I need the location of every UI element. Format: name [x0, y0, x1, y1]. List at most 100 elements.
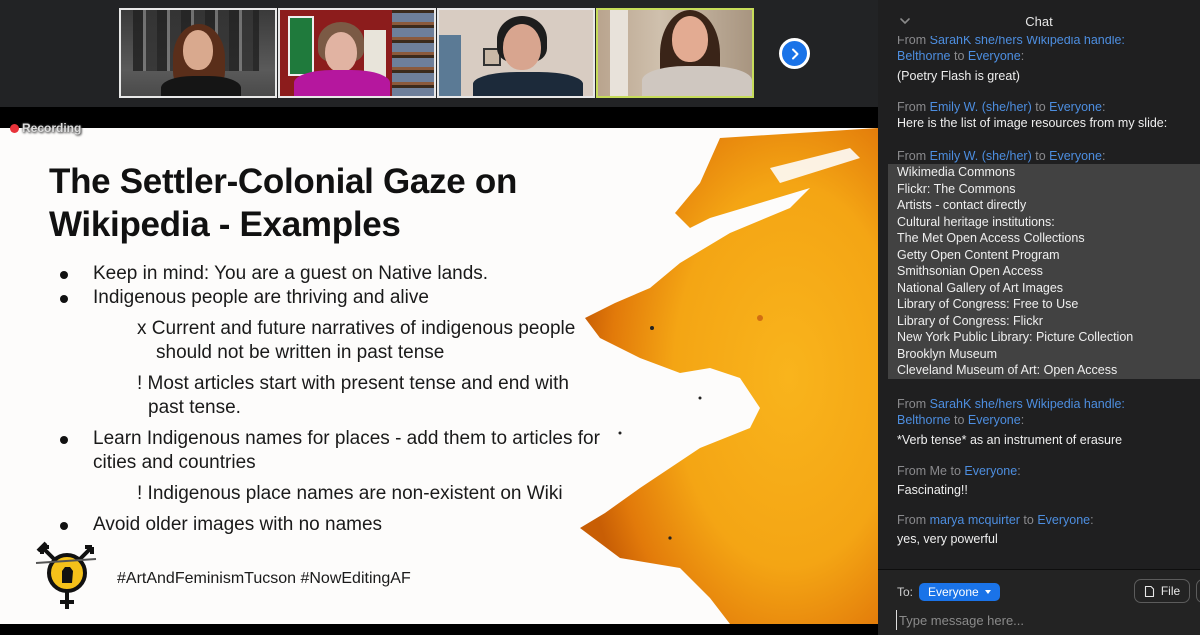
more-options-button[interactable]	[1196, 579, 1200, 603]
slide-subpoint: ! Most articles start with present tense…	[137, 372, 569, 420]
recipient-name[interactable]: Everyone	[1049, 149, 1102, 163]
video-gallery-strip	[0, 0, 878, 107]
to-label: to	[1031, 100, 1050, 114]
message-line: Brooklyn Museum	[897, 346, 998, 361]
selected-text-block[interactable]: Wikimedia Commons Flickr: The Commons Ar…	[888, 164, 1200, 379]
from-label: From	[897, 100, 930, 114]
colon: :	[1020, 49, 1025, 63]
video-tile-participant-1[interactable]	[119, 8, 277, 98]
subpoint-text-continued: past tense.	[148, 397, 241, 418]
to-label: to	[950, 413, 968, 427]
chevron-right-icon	[791, 48, 798, 59]
slide-title-line-1: The Settler-Colonial Gaze on	[49, 162, 518, 201]
slide-bullet: Indigenous people are thriving and alive	[60, 286, 429, 310]
bullet-dot-icon	[60, 522, 68, 530]
from-label: From	[897, 513, 930, 527]
recording-indicator: Recording	[10, 121, 81, 135]
to-label: to	[1031, 149, 1050, 163]
message-line: Library of Congress: Free to Use	[897, 297, 1079, 311]
slide-bullet: Keep in mind: You are a guest on Native …	[60, 262, 489, 286]
recipient-name[interactable]: Everyone	[968, 413, 1021, 427]
message-text: *Verb tense* as an instrument of erasure	[897, 433, 1123, 447]
bullet-text: Keep in mind: You are a guest on Native …	[93, 263, 489, 284]
meeting-area: Recording The Settler-Colonial Gaze on W	[0, 0, 878, 635]
message-line: Flickr: The Commons	[897, 181, 1016, 196]
message-line: Getty Open Content Program	[897, 247, 1060, 262]
chat-panel: Chat From SarahK she/hers Wikipedia hand…	[878, 0, 1200, 635]
bullet-text: Avoid older images with no names	[93, 514, 383, 535]
bullet-dot-icon	[60, 271, 68, 279]
slide-bullet: Avoid older images with no names	[60, 513, 383, 537]
message-line: Library of Congress: Flickr	[897, 313, 1043, 328]
message-line: Wikimedia Commons	[897, 165, 1016, 179]
video-tile-participant-2[interactable]	[278, 8, 436, 98]
bullet-dot-icon	[60, 295, 68, 303]
subpoint-text: ! Most articles start with present tense…	[137, 373, 569, 394]
slide-hashtags: #ArtAndFeminismTucson #NowEditingAF	[117, 570, 411, 587]
message-header: From SarahK she/hers Wikipedia handle:	[897, 36, 1197, 48]
message-text: (Poetry Flash is great)	[897, 69, 1020, 83]
to-label: to	[947, 464, 965, 478]
sender-name-continued[interactable]: Belthorne	[897, 49, 951, 63]
bullet-text-continued: cities and countries	[93, 452, 256, 473]
slide-bullet: Learn Indigenous names for places - add …	[60, 427, 600, 475]
recipient-name[interactable]: Everyone	[968, 49, 1021, 63]
message-input[interactable]	[896, 610, 1186, 630]
message-header: From Emily W. (she/her) to Everyone:	[897, 148, 1197, 164]
recipient-dropdown[interactable]: Everyone	[919, 583, 1000, 601]
sender-name[interactable]: marya mcquirter	[930, 513, 1020, 527]
video-tile-participant-4[interactable]	[596, 8, 754, 98]
bullet-text: Indigenous people are thriving and alive	[93, 287, 429, 308]
chat-header: Chat	[878, 0, 1200, 40]
message-line: National Gallery of Art Images	[897, 280, 1064, 295]
colon: :	[1017, 464, 1021, 478]
message-header-continued: Belthorne to Everyone:	[897, 412, 1197, 428]
subpoint-text: ! Indigenous place names are non-existen…	[137, 483, 563, 504]
message-header: From Me to Everyone:	[897, 463, 1197, 479]
recipient-name[interactable]: Everyone	[1037, 513, 1090, 527]
video-tile-participant-3[interactable]	[437, 8, 595, 98]
recipient-name[interactable]: Everyone	[1049, 100, 1102, 114]
file-icon	[1144, 585, 1154, 597]
sender-name[interactable]: Emily W. (she/her)	[930, 100, 1032, 114]
recording-dot-icon	[10, 123, 19, 133]
recipient-name[interactable]: Everyone	[964, 464, 1017, 478]
from-label: From	[897, 36, 930, 47]
shared-slide: The Settler-Colonial Gaze on Wikipedia -…	[0, 128, 878, 624]
message-line: New York Public Library: Picture Collect…	[897, 330, 1134, 344]
slide-subpoint: ! Indigenous place names are non-existen…	[137, 482, 563, 506]
from-label: From	[897, 149, 930, 163]
message-header: From marya mcquirter to Everyone:	[897, 512, 1197, 528]
from-label: From	[897, 397, 930, 411]
message-line: Cleveland Museum of Art: Open Access	[897, 363, 1118, 377]
message-line: Smithsonian Open Access	[897, 264, 1043, 278]
caret-down-icon	[984, 590, 991, 594]
from-label: From Me	[897, 464, 947, 478]
message-line: Cultural heritage institutions:	[897, 214, 1055, 229]
message-line: Artists - contact directly	[897, 198, 1027, 212]
chat-message: From Emily W. (she/her) to Everyone: Her…	[897, 99, 1197, 132]
message-text: yes, very powerful	[897, 532, 998, 546]
message-line: The Met Open Access Collections	[897, 231, 1085, 245]
chat-message: From SarahK she/hers Wikipedia handle: B…	[897, 396, 1197, 449]
to-label: To:	[897, 585, 914, 599]
sender-name[interactable]: Emily W. (she/her)	[930, 149, 1032, 163]
message-header: From SarahK she/hers Wikipedia handle:	[897, 396, 1197, 412]
chat-message: From Me to Everyone: Fascinating!!	[897, 463, 1197, 499]
recipient-value: Everyone	[928, 585, 979, 599]
chat-message: From Emily W. (she/her) to Everyone: Wik…	[888, 148, 1200, 379]
chat-message-list[interactable]: From SarahK she/hers Wikipedia handle: B…	[878, 36, 1200, 568]
slide-subpoint: x Current and future narratives of indig…	[137, 317, 575, 365]
sender-name[interactable]: SarahK she/hers Wikipedia handle:	[930, 36, 1125, 47]
sender-name[interactable]: SarahK she/hers Wikipedia handle:	[930, 397, 1125, 411]
message-header: From Emily W. (she/her) to Everyone:	[897, 99, 1197, 115]
colon: :	[1090, 513, 1094, 527]
chat-message: From marya mcquirter to Everyone: yes, v…	[897, 512, 1197, 548]
recording-label: Recording	[22, 121, 82, 135]
slide-title-line-2: Wikipedia - Examples	[49, 205, 401, 244]
bullet-text: Learn Indigenous names for places - add …	[93, 428, 600, 449]
sender-name-continued[interactable]: Belthorne	[897, 413, 951, 427]
to-label: to	[1019, 513, 1038, 527]
file-button[interactable]: File	[1134, 579, 1190, 603]
next-gallery-page-button[interactable]	[779, 38, 810, 69]
